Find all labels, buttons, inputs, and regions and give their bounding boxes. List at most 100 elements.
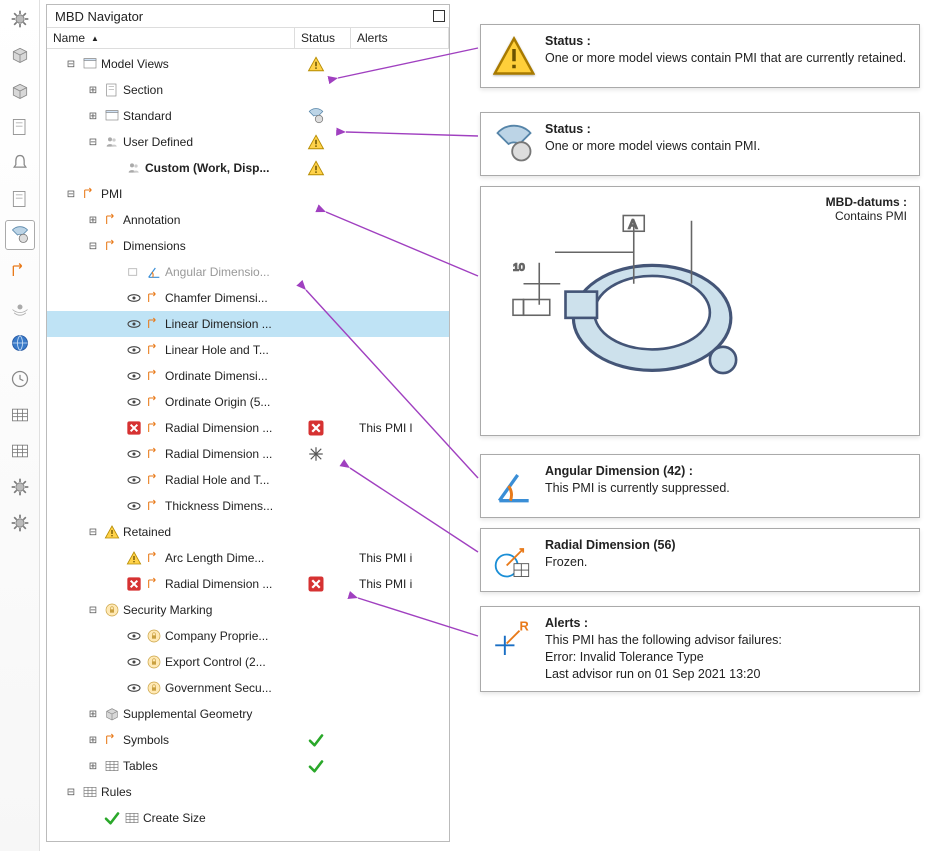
chart-icon[interactable] — [5, 436, 35, 466]
column-header-name[interactable]: Name ▲ — [47, 28, 295, 48]
visibility-icon[interactable] — [125, 679, 143, 697]
visibility-icon[interactable] — [125, 393, 143, 411]
tree-item-arc[interactable]: · Arc Length Dime... This PMI i — [47, 545, 449, 571]
tree-item-lht[interactable]: · Linear Hole and T... — [47, 337, 449, 363]
mbd-icon[interactable] — [5, 220, 35, 250]
expander-icon[interactable]: · — [109, 396, 121, 408]
expander-icon[interactable]: · — [109, 370, 121, 382]
inspect-icon[interactable] — [5, 256, 35, 286]
tree-item-sec[interactable]: ⊞ Section — [47, 77, 449, 103]
expander-icon[interactable]: · — [109, 500, 121, 512]
node-type-icon — [103, 757, 121, 775]
expander-icon[interactable]: · — [109, 422, 121, 434]
expander-icon[interactable]: ⊟ — [65, 188, 77, 200]
tree-item-cp[interactable]: · Company Proprie... — [47, 623, 449, 649]
expander-icon[interactable]: ⊞ — [87, 708, 99, 720]
expander-icon[interactable]: ⊟ — [65, 58, 77, 70]
expander-icon[interactable]: · — [109, 552, 121, 564]
visibility-icon[interactable] — [125, 575, 143, 593]
node-type-icon — [103, 237, 121, 255]
globe-icon[interactable] — [5, 328, 35, 358]
tree-item-mv[interactable]: ⊟ Model Views — [47, 51, 449, 77]
visibility-icon[interactable] — [125, 419, 143, 437]
expander-icon[interactable]: · — [109, 162, 121, 174]
visibility-icon[interactable] — [125, 497, 143, 515]
column-header-status[interactable]: Status — [295, 28, 351, 48]
expander-icon[interactable]: ⊟ — [87, 604, 99, 616]
expander-icon[interactable]: · — [109, 344, 121, 356]
tree-item-ret[interactable]: ⊟ Retained — [47, 519, 449, 545]
gear-icon[interactable] — [5, 4, 35, 34]
expander-icon[interactable]: ⊟ — [87, 240, 99, 252]
signal-icon[interactable] — [5, 292, 35, 322]
tree-item-rad2[interactable]: · Radial Dimension ... — [47, 441, 449, 467]
alerts-cell: This PMI i — [359, 577, 449, 591]
tree-item-lin[interactable]: · Linear Dimension ... — [47, 311, 449, 337]
tree-item-ang[interactable]: · Angular Dimensio... — [47, 259, 449, 285]
expander-icon[interactable]: ⊞ — [87, 84, 99, 96]
visibility-icon[interactable] — [125, 289, 143, 307]
tools-icon[interactable] — [5, 472, 35, 502]
visibility-icon[interactable] — [125, 341, 143, 359]
clock-icon[interactable] — [5, 364, 35, 394]
tree-item-ud[interactable]: ⊟ User Defined — [47, 129, 449, 155]
tree-item-tbl[interactable]: ⊞ Tables — [47, 753, 449, 779]
expander-icon[interactable]: ⊟ — [65, 786, 77, 798]
expander-icon[interactable]: · — [109, 578, 121, 590]
visibility-icon[interactable] — [125, 445, 143, 463]
tree-item-cw[interactable]: · Custom (Work, Disp... — [47, 155, 449, 181]
visibility-icon[interactable] — [125, 315, 143, 333]
tree-item-sym[interactable]: ⊞ Symbols — [47, 727, 449, 753]
expander-icon[interactable]: ⊞ — [87, 734, 99, 746]
column-header-alerts[interactable]: Alerts — [351, 28, 449, 48]
expander-icon[interactable]: · — [109, 656, 121, 668]
stack-icon[interactable] — [5, 184, 35, 214]
tree-item-ord[interactable]: · Ordinate Dimensi... — [47, 363, 449, 389]
expander-icon[interactable]: · — [87, 812, 99, 824]
status-cell — [303, 159, 359, 177]
tree-item-dim[interactable]: ⊟ Dimensions — [47, 233, 449, 259]
cube-icon[interactable] — [5, 40, 35, 70]
tree-item-sm[interactable]: ⊟ Security Marking — [47, 597, 449, 623]
visibility-icon[interactable] — [125, 367, 143, 385]
expander-icon[interactable]: · — [109, 266, 121, 278]
expander-icon[interactable]: · — [109, 292, 121, 304]
expander-icon[interactable]: · — [109, 474, 121, 486]
tree-item-pmi[interactable]: ⊟ PMI — [47, 181, 449, 207]
tree-item-rad3[interactable]: · Radial Dimension ... This PMI i — [47, 571, 449, 597]
sheet-icon[interactable] — [5, 112, 35, 142]
tree-item-thk[interactable]: · Thickness Dimens... — [47, 493, 449, 519]
expander-icon[interactable]: · — [109, 448, 121, 460]
node-label: Standard — [123, 109, 172, 123]
expander-icon[interactable]: ⊟ — [87, 136, 99, 148]
tree-item-gs[interactable]: · Government Secu... — [47, 675, 449, 701]
visibility-icon[interactable] — [125, 263, 143, 281]
color-icon[interactable] — [5, 400, 35, 430]
maximize-icon[interactable] — [433, 10, 445, 22]
expander-icon[interactable]: ⊞ — [87, 110, 99, 122]
expander-icon[interactable]: · — [109, 318, 121, 330]
expander-icon[interactable]: · — [109, 630, 121, 642]
tree-item-rht[interactable]: · Radial Hole and T... — [47, 467, 449, 493]
tree-item-sg[interactable]: ⊞ Supplemental Geometry — [47, 701, 449, 727]
visibility-icon[interactable] — [125, 627, 143, 645]
visibility-icon[interactable] — [125, 471, 143, 489]
visibility-icon[interactable] — [125, 653, 143, 671]
expander-icon[interactable]: · — [109, 682, 121, 694]
part-icon[interactable] — [5, 76, 35, 106]
node-label: Linear Hole and T... — [165, 343, 269, 357]
tree-item-std[interactable]: ⊞ Standard — [47, 103, 449, 129]
settings-icon[interactable] — [5, 508, 35, 538]
tree-item-oro[interactable]: · Ordinate Origin (5... — [47, 389, 449, 415]
bell-icon[interactable] — [5, 148, 35, 178]
tree-item-cs[interactable]: · Create Size — [47, 805, 449, 831]
tree-item-ec[interactable]: · Export Control (2... — [47, 649, 449, 675]
tree-item-rad1[interactable]: · Radial Dimension ... This PMI l — [47, 415, 449, 441]
expander-icon[interactable]: ⊟ — [87, 526, 99, 538]
tree-item-chf[interactable]: · Chamfer Dimensi... — [47, 285, 449, 311]
expander-icon[interactable]: ⊞ — [87, 760, 99, 772]
tree-item-rules[interactable]: ⊟ Rules — [47, 779, 449, 805]
expander-icon[interactable]: ⊞ — [87, 214, 99, 226]
tree-item-ann[interactable]: ⊞ Annotation — [47, 207, 449, 233]
visibility-icon[interactable] — [125, 549, 143, 567]
